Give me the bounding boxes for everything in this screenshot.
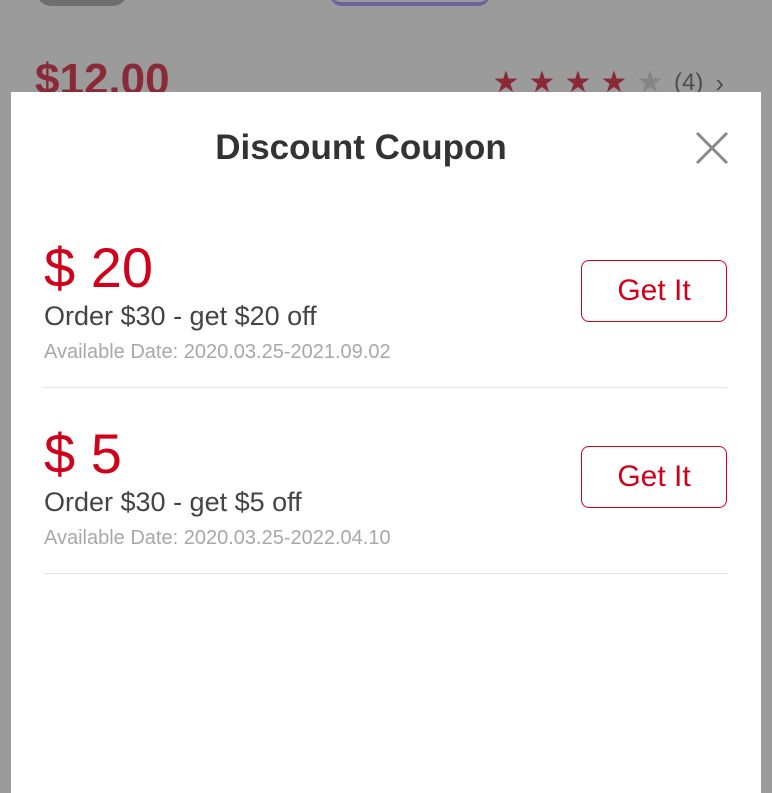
coupon-modal: Discount Coupon $ 20 Order $30 - get $20… xyxy=(11,92,761,793)
coupon-available-date: Available Date: 2020.03.25-2022.04.10 xyxy=(44,527,391,549)
coupon-description: Order $30 - get $20 off xyxy=(44,301,317,331)
get-coupon-button[interactable]: Get It xyxy=(581,260,727,322)
coupon-list: $ 20 Order $30 - get $20 off Available D… xyxy=(44,202,727,574)
coupon-item: $ 20 Order $30 - get $20 off Available D… xyxy=(44,202,727,388)
coupon-amount: $ 20 xyxy=(44,236,153,299)
coupon-amount: $ 5 xyxy=(44,422,122,485)
product-image xyxy=(330,0,490,6)
coupon-description: Order $30 - get $5 off xyxy=(44,487,302,517)
close-icon[interactable] xyxy=(694,130,730,166)
back-button[interactable] xyxy=(37,0,127,6)
coupon-available-date: Available Date: 2020.03.25-2021.09.02 xyxy=(44,341,391,363)
coupon-item: $ 5 Order $30 - get $5 off Available Dat… xyxy=(44,388,727,574)
modal-title: Discount Coupon xyxy=(215,128,507,167)
get-coupon-button[interactable]: Get It xyxy=(581,446,727,508)
